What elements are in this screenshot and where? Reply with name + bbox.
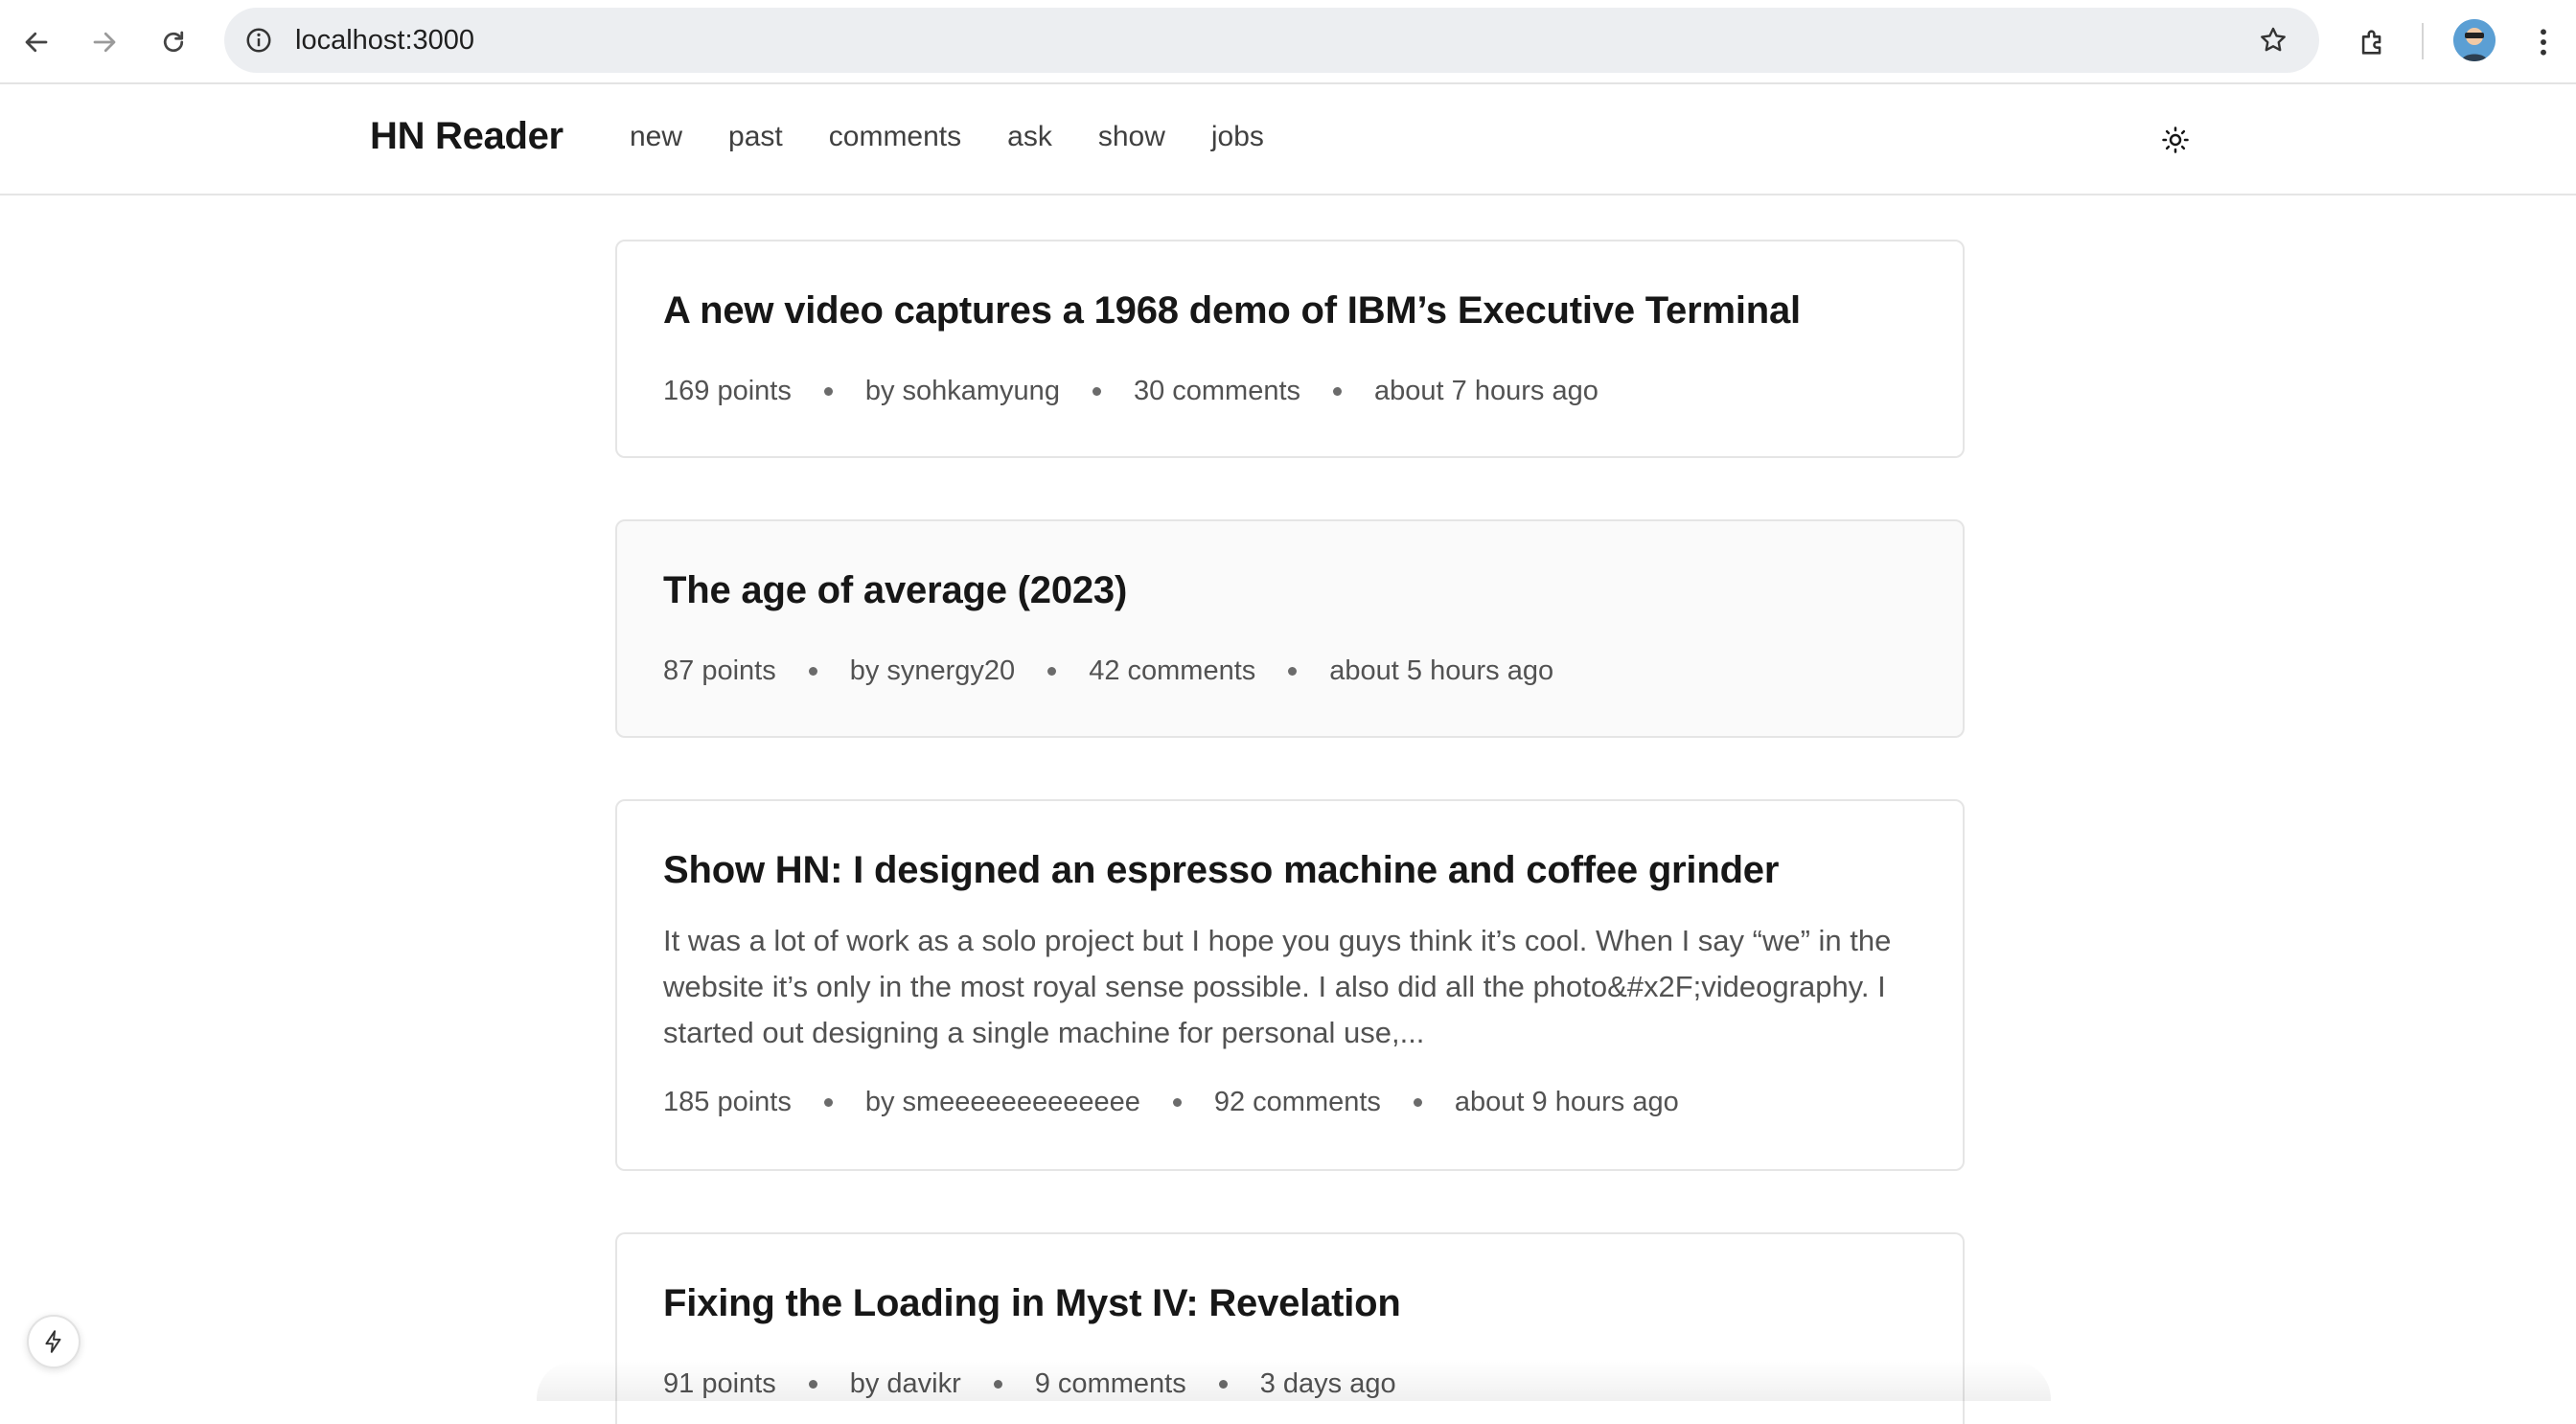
- story-excerpt: It was a lot of work as a solo project b…: [663, 924, 1892, 1049]
- story-title[interactable]: Fixing the Loading in Myst IV: Revelatio…: [663, 1282, 1401, 1325]
- meta-separator: [1218, 1380, 1228, 1389]
- nav-link-past[interactable]: past: [728, 121, 783, 153]
- story-card[interactable]: A new video captures a 1968 demo of IBM’…: [615, 240, 1965, 458]
- meta-separator: [1333, 387, 1343, 396]
- star-icon[interactable]: [2254, 21, 2292, 59]
- story-meta: 87 points by synergy20 42 comments about…: [663, 655, 1553, 687]
- nav-link-ask[interactable]: ask: [1007, 121, 1052, 153]
- nav-link-jobs[interactable]: jobs: [1211, 121, 1264, 153]
- story-author[interactable]: by synergy20: [850, 655, 1016, 687]
- story-title[interactable]: The age of average (2023): [663, 569, 1127, 612]
- story-comments-link[interactable]: 42 comments: [1089, 655, 1255, 687]
- back-icon[interactable]: [13, 19, 59, 65]
- meta-separator: [1092, 387, 1101, 396]
- meta-separator: [808, 1380, 817, 1389]
- story-time: about 5 hours ago: [1329, 655, 1554, 686]
- story-card[interactable]: Fixing the Loading in Myst IV: Revelatio…: [615, 1232, 1965, 1424]
- forward-icon[interactable]: [81, 19, 127, 65]
- story-comments-link[interactable]: 9 comments: [1035, 1368, 1186, 1400]
- story-meta: 169 points by sohkamyung 30 comments abo…: [663, 376, 1598, 407]
- story-time: 3 days ago: [1259, 1368, 1396, 1399]
- story-time: about 9 hours ago: [1454, 1087, 1679, 1117]
- extensions-icon[interactable]: [2350, 19, 2396, 65]
- url-text[interactable]: localhost:3000: [295, 8, 474, 73]
- story-points: 87 points: [663, 655, 776, 686]
- story-author[interactable]: by davikr: [850, 1368, 961, 1400]
- main-nav: new past comments ask show jobs: [630, 121, 1310, 153]
- story-card[interactable]: Show HN: I designed an espresso machine …: [615, 799, 1965, 1171]
- more-menu-icon[interactable]: [2524, 19, 2563, 65]
- story-comments-link[interactable]: 30 comments: [1134, 376, 1300, 407]
- sun-icon[interactable]: [2156, 121, 2195, 159]
- nav-link-comments[interactable]: comments: [829, 121, 961, 153]
- story-meta: 185 points by smeeeeeeeeeeeee 92 comment…: [663, 1087, 1679, 1118]
- lightning-icon[interactable]: [27, 1315, 80, 1368]
- meta-separator: [993, 1380, 1002, 1389]
- story-card[interactable]: The age of average (2023) 87 points by s…: [615, 519, 1965, 738]
- nav-link-show[interactable]: show: [1098, 121, 1165, 153]
- story-meta: 91 points by davikr 9 comments 3 days ag…: [663, 1368, 1396, 1400]
- story-comments-link[interactable]: 92 comments: [1214, 1087, 1381, 1118]
- address-bar[interactable]: localhost:3000: [224, 8, 2319, 73]
- browser-toolbar: localhost:3000: [0, 0, 2576, 84]
- meta-separator: [1047, 667, 1057, 676]
- meta-separator: [1288, 667, 1298, 676]
- story-points: 91 points: [663, 1368, 776, 1399]
- meta-separator: [823, 1098, 833, 1107]
- story-author[interactable]: by smeeeeeeeeeeeee: [865, 1087, 1140, 1118]
- info-icon[interactable]: [240, 21, 278, 59]
- story-title[interactable]: Show HN: I designed an espresso machine …: [663, 849, 1779, 892]
- reload-icon[interactable]: [150, 19, 196, 65]
- meta-separator: [808, 667, 817, 676]
- site-header: HN Reader new past comments ask show job…: [0, 86, 2576, 195]
- nav-link-new[interactable]: new: [630, 121, 682, 153]
- story-title[interactable]: A new video captures a 1968 demo of IBM’…: [663, 289, 1801, 333]
- meta-separator: [823, 387, 833, 396]
- meta-separator: [1413, 1098, 1422, 1107]
- story-time: about 7 hours ago: [1374, 376, 1598, 406]
- story-author[interactable]: by sohkamyung: [865, 376, 1060, 407]
- meta-separator: [1172, 1098, 1182, 1107]
- profile-avatar[interactable]: [2453, 19, 2496, 61]
- site-brand[interactable]: HN Reader: [370, 115, 564, 158]
- toolbar-divider: [2422, 23, 2424, 59]
- story-points: 185 points: [663, 1087, 792, 1117]
- story-points: 169 points: [663, 376, 792, 406]
